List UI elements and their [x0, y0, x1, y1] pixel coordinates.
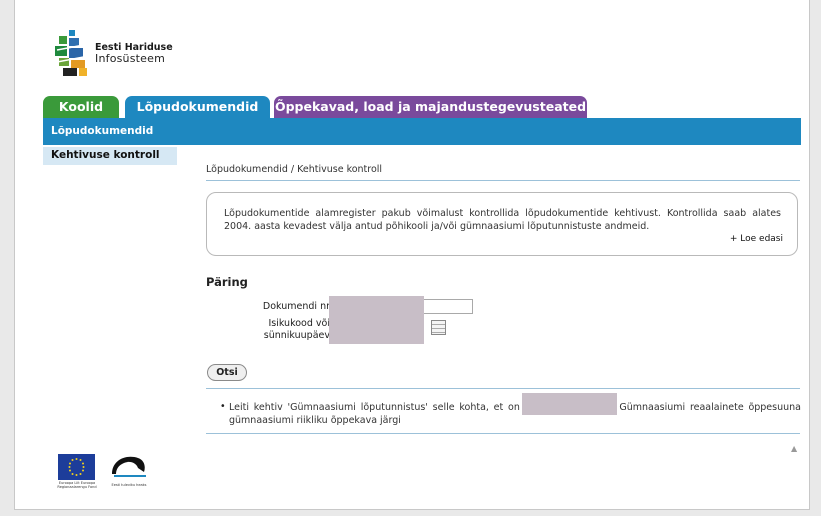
tab-koolid[interactable]: Koolid — [43, 96, 119, 118]
section-bar-title[interactable]: Lõpudokumendid — [51, 125, 153, 137]
query-title: Päring — [206, 275, 248, 289]
document-number-input[interactable] — [422, 299, 473, 314]
calendar-icon[interactable] — [431, 320, 446, 335]
divider — [206, 180, 800, 181]
bullet-icon: • — [220, 401, 226, 412]
logo-line-2: Infosüsteem — [95, 52, 166, 65]
ehis-logo[interactable]: Eesti Hariduse Infosüsteem — [53, 30, 188, 80]
search-button[interactable]: Otsi — [207, 364, 247, 381]
estonia-logo-icon — [112, 456, 146, 477]
ehis-logo-icon — [55, 30, 90, 76]
info-text: Lõpudokumentide alamregister pakub võima… — [224, 208, 781, 232]
left-nav-item-kehtivuse-kontroll[interactable]: Kehtivuse kontroll — [43, 147, 177, 165]
tab-lopudokumendid[interactable]: Lõpudokumendid — [125, 96, 270, 118]
info-box: Lõpudokumentide alamregister pakub võima… — [206, 192, 798, 256]
left-nav-item-label: Kehtivuse kontroll — [51, 149, 160, 161]
document-number-label: Dokumendi nr — [262, 301, 330, 312]
section-bar: Lõpudokumendid — [43, 118, 801, 145]
breadcrumb: Lõpudokumendid / Kehtivuse kontroll — [206, 164, 383, 175]
personal-code-label-line-1: Isikukood või — [268, 318, 330, 329]
personal-code-label: Isikukood või sünnikuupäev — [232, 318, 330, 342]
ee-caption: Eesti tuleviku heaks — [111, 483, 147, 487]
divider — [206, 433, 800, 434]
eu-flag-icon — [58, 454, 95, 480]
tab-oppekavad[interactable]: Õppekavad, load ja majandustegevusteated — [274, 96, 587, 118]
divider — [206, 388, 800, 389]
read-more-link[interactable]: + Loe edasi — [730, 233, 783, 246]
redacted-block — [522, 393, 617, 415]
personal-code-label-line-2: sünnikuupäev — [263, 330, 330, 341]
logo-text: Eesti Hariduse Infosüsteem — [95, 42, 173, 64]
redacted-block — [329, 296, 424, 344]
eu-caption: Euroopa Liit Euroopa Regionaalarengu Fon… — [57, 481, 97, 489]
result-text: Leiti kehtiv 'Gümnaasiumi lõputunnistus'… — [229, 402, 801, 426]
scroll-top-icon[interactable]: ▲ — [791, 444, 797, 453]
